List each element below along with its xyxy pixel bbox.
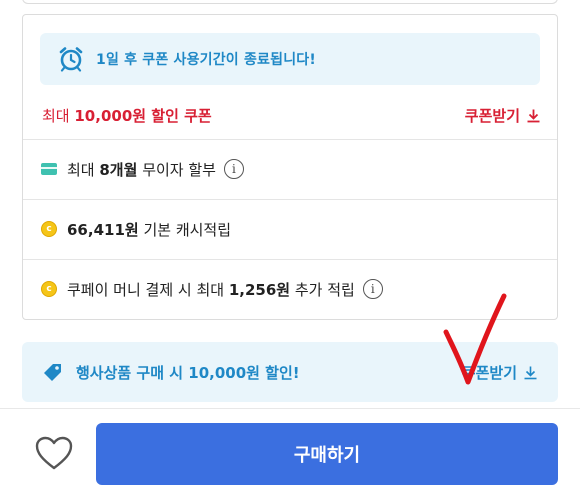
coupon-title-suffix: 할인 쿠폰 [146, 106, 212, 125]
cash-reward-row: c 66,411원 기본 캐시적립 [23, 200, 557, 258]
installment-row: 최대 8개월 무이자 할부 i [23, 140, 557, 198]
info-icon[interactable]: i [223, 159, 244, 179]
coupay-prefix: 쿠페이 머니 결제 시 최대 [67, 280, 229, 299]
event-info: 행사상품 구매 시 10,000원 할인! [42, 361, 300, 383]
coin-icon: c [41, 281, 57, 297]
event-coupon-download-button[interactable]: 쿠폰받기 [462, 362, 538, 383]
coupon-download-button[interactable]: 쿠폰받기 [465, 105, 541, 126]
info-icon[interactable]: i [362, 279, 383, 299]
event-discount-banner: 행사상품 구매 시 10,000원 할인! 쿠폰받기 [22, 342, 558, 402]
expire-notice-text: 1일 후 쿠폰 사용기간이 종료됩니다! [96, 52, 316, 68]
download-icon [527, 109, 540, 122]
max-coupon-row: 최대 10,000원 할인 쿠폰 쿠폰받기 [23, 91, 557, 139]
coin-icon: c [41, 221, 57, 237]
installment-text: 최대 8개월 무이자 할부 [67, 159, 216, 180]
cash-reward-text: 66,411원 기본 캐시적립 [67, 219, 231, 240]
coupon-title-prefix: 최대 [42, 106, 75, 125]
cash-reward-amount: 66,411원 [67, 220, 139, 239]
event-coupon-download-label: 쿠폰받기 [461, 363, 517, 382]
installment-months: 8개월 [99, 160, 138, 179]
coupay-reward-text: 쿠페이 머니 결제 시 최대 1,256원 추가 적립 [67, 279, 355, 300]
coupon-expire-banner: 1일 후 쿠폰 사용기간이 종료됩니다! [40, 33, 540, 85]
coupon-title: 최대 10,000원 할인 쿠폰 [42, 105, 212, 126]
previous-section-edge [22, 0, 558, 4]
heart-icon[interactable] [34, 435, 74, 471]
event-discount-text: 행사상품 구매 시 10,000원 할인! [76, 363, 300, 382]
coupay-reward-row: c 쿠페이 머니 결제 시 최대 1,256원 추가 적립 i [23, 260, 557, 318]
buy-button[interactable]: 구매하기 [96, 423, 558, 485]
coupon-download-label: 쿠폰받기 [464, 106, 520, 125]
credit-card-icon [41, 163, 57, 175]
bottom-action-bar: 구매하기 [0, 408, 580, 494]
download-icon [524, 366, 537, 379]
installment-prefix: 최대 [67, 160, 100, 179]
price-tag-icon [44, 364, 61, 381]
cash-reward-suffix: 기본 캐시적립 [138, 220, 232, 239]
alarm-clock-icon [59, 47, 83, 72]
coupay-suffix: 추가 적립 [290, 280, 355, 299]
coupon-amount: 10,000원 [74, 106, 147, 125]
coupay-amount: 1,256원 [228, 280, 291, 299]
coupon-benefit-card: 1일 후 쿠폰 사용기간이 종료됩니다! 최대 10,000원 할인 쿠폰 쿠폰… [22, 14, 558, 320]
installment-suffix: 무이자 할부 [137, 160, 216, 179]
